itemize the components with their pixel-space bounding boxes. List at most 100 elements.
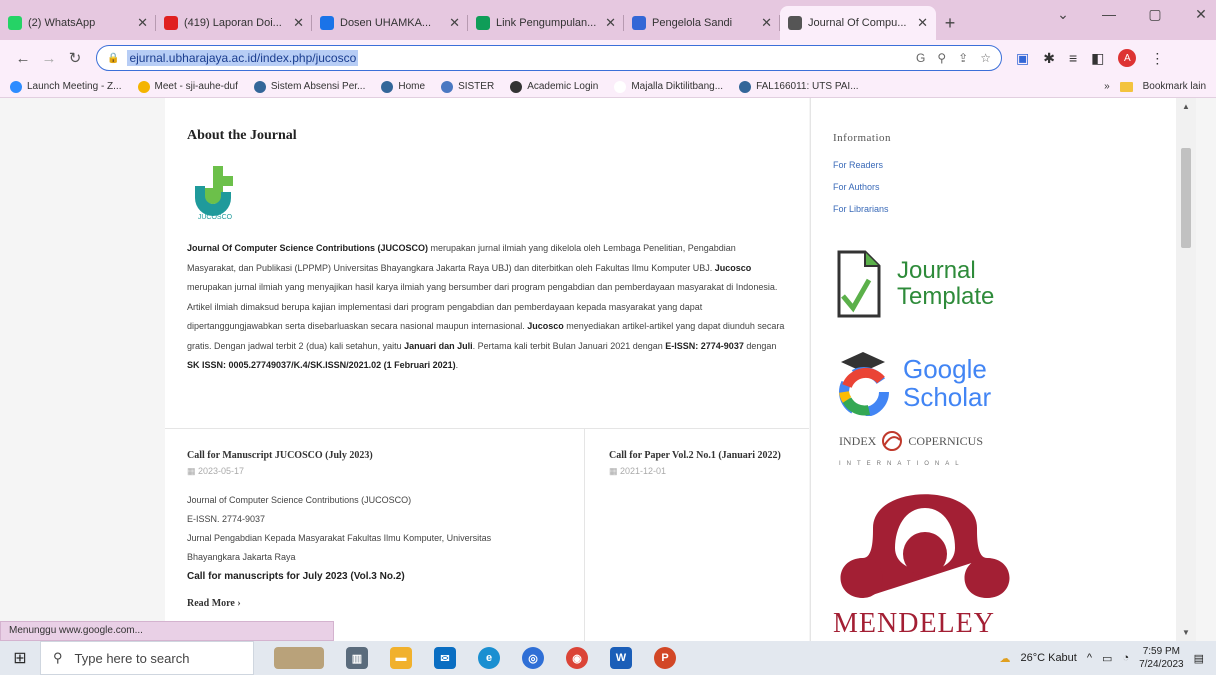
link-for-librarians[interactable]: For Librarians (833, 198, 1196, 220)
edge-icon[interactable]: e (478, 647, 500, 669)
close-tab-icon[interactable]: ✕ (137, 15, 148, 31)
browser-tab[interactable]: Journal Of Compu... ✕ (780, 6, 936, 40)
maximize-button[interactable]: ▢ (1132, 6, 1178, 23)
bookmark-label: Launch Meeting - Z... (27, 81, 122, 92)
announcement-date: ▦ 2023-05-17 (187, 466, 245, 476)
powerpoint-icon[interactable]: P (654, 647, 676, 669)
jucosco-logo: JUCOSCO (195, 166, 233, 221)
windows-start-icon[interactable]: ⊞ (0, 648, 40, 668)
new-tab-button[interactable]: + (936, 6, 964, 40)
other-bookmarks[interactable]: Bookmark lain (1143, 81, 1206, 92)
share-icon[interactable]: ⇪ (958, 51, 968, 65)
close-window-button[interactable]: ✕ (1178, 6, 1216, 23)
announcement-body: Journal of Computer Science Contribution… (187, 495, 492, 582)
bookmarks-overflow-icon[interactable]: » (1104, 81, 1110, 92)
scroll-down-arrow[interactable]: ▼ (1182, 628, 1190, 637)
tab-search-icon[interactable]: ⌄ (1040, 6, 1086, 23)
clock[interactable]: 7:59 PM 7/24/2023 (1139, 645, 1184, 671)
network-icon[interactable]: ◔ (1122, 652, 1129, 664)
link-for-authors[interactable]: For Authors (833, 176, 1196, 198)
browser-tab[interactable]: Link Pengumpulan... ✕ (468, 6, 624, 40)
menu-icon[interactable]: ⋮ (1150, 50, 1164, 67)
browser-tab[interactable]: (2) WhatsApp ✕ (0, 6, 156, 40)
browser-tab[interactable]: Pengelola Sandi ✕ (624, 6, 780, 40)
whatsapp-icon (8, 16, 22, 30)
minimize-button[interactable]: — (1086, 6, 1132, 23)
bookmark-label: Meet - sji-auhe-duf (154, 81, 238, 92)
mendeley-wordmark: MENDELEY (833, 608, 995, 639)
bookmark-item[interactable]: Launch Meeting - Z... (10, 80, 122, 93)
taskbar-search-box[interactable]: ⚲ Type here to search (40, 641, 254, 675)
reload-button[interactable]: ↻ (62, 49, 88, 67)
chrome-icon[interactable]: ◉ (566, 647, 588, 669)
weather-icon[interactable]: ☁ (999, 652, 1010, 665)
mendeley-logo-icon[interactable] (833, 488, 1017, 606)
bookmarks-bar: Launch Meeting - Z... Meet - sji-auhe-duf… (0, 76, 1216, 98)
close-tab-icon[interactable]: ✕ (293, 15, 304, 31)
status-bubble: Menunggu www.google.com... (0, 621, 334, 641)
lock-icon[interactable]: 🔒 (107, 53, 119, 64)
tab-strip: (2) WhatsApp ✕ (419) Laporan Doi... ✕ Dosen … (0, 0, 1216, 40)
page-scrollbar[interactable]: ▲ ▼ (1176, 98, 1196, 641)
task-view-icon[interactable]: ▥ (346, 647, 368, 669)
zoom-icon[interactable]: ⚲ (937, 51, 946, 65)
bookmark-star-icon[interactable]: ☆ (980, 51, 991, 65)
google-scholar-banner[interactable]: Google Scholar (835, 350, 991, 416)
word-icon[interactable]: W (610, 647, 632, 669)
youtube-icon (164, 16, 178, 30)
tab-label: Dosen UHAMKA... (340, 17, 432, 29)
close-tab-icon[interactable]: ✕ (761, 15, 772, 31)
mail-icon[interactable]: ✉ (434, 647, 456, 669)
file-explorer-icon[interactable]: ▬ (390, 647, 412, 669)
bookmark-item[interactable]: Majalla Diktilitbang... (614, 80, 724, 93)
zoom-app-icon[interactable]: ◎ (522, 647, 544, 669)
tray-overflow-icon[interactable]: ^ (1087, 652, 1092, 664)
window-controls: ⌄ — ▢ ✕ (1040, 6, 1216, 23)
announcement-title[interactable]: Call for Manuscript JUCOSCO (July 2023) (187, 449, 564, 462)
google-lens-icon[interactable]: G (916, 51, 925, 65)
extension-icon[interactable]: ▣ (1016, 50, 1029, 67)
bookmark-item[interactable]: Meet - sji-auhe-duf (137, 80, 238, 93)
address-bar[interactable]: 🔒 ejurnal.ubharajaya.ac.id/index.php/juc… (96, 45, 1002, 71)
copernicus-emblem-icon (882, 431, 903, 451)
read-more-link[interactable]: Read More › (187, 598, 564, 609)
battery-icon[interactable]: ▭ (1102, 652, 1112, 665)
forward-button[interactable]: → (36, 50, 62, 67)
weather-text[interactable]: 26°C Kabut (1020, 652, 1076, 664)
back-button[interactable]: ← (10, 50, 36, 67)
index-copernicus-logo[interactable]: INDEX COPERNICUS (839, 430, 983, 452)
bookmark-label: Sistem Absensi Per... (270, 81, 366, 92)
notification-icon[interactable]: ▤ (1194, 652, 1204, 665)
close-tab-icon[interactable]: ✕ (917, 15, 928, 31)
reading-list-icon[interactable]: ≡ (1069, 50, 1077, 66)
announcement-date: ▦ 2021-12-01 (609, 466, 667, 476)
browser-tab[interactable]: (419) Laporan Doi... ✕ (156, 6, 312, 40)
bookmark-label: Majalla Diktilitbang... (631, 81, 724, 92)
bookmark-favicon-icon (253, 80, 266, 93)
bookmark-favicon-icon (381, 80, 394, 93)
puzzle-icon[interactable]: ✱ (1043, 50, 1055, 67)
close-tab-icon[interactable]: ✕ (449, 15, 460, 31)
side-panel-icon[interactable]: ◧ (1091, 50, 1104, 67)
profile-avatar[interactable]: A (1118, 49, 1137, 67)
announcement-title[interactable]: Call for Paper Vol.2 No.1 (Januari 2022) (609, 449, 789, 462)
bookmark-item[interactable]: Academic Login (510, 80, 599, 93)
news-widget-icon[interactable] (274, 647, 324, 669)
drive-icon (476, 16, 490, 30)
google-scholar-icon (839, 352, 889, 416)
bookmark-item[interactable]: SISTER (441, 80, 494, 93)
bookmark-item[interactable]: FAL166011: UTS PAI... (739, 80, 859, 93)
bookmark-label: Academic Login (527, 81, 599, 92)
bookmark-item[interactable]: Home (381, 80, 425, 93)
journal-template-banner[interactable]: Journal Template (835, 248, 994, 320)
about-section: About the Journal JUCOSCO Journal Of Com… (165, 98, 809, 428)
link-for-readers[interactable]: For Readers (833, 154, 1196, 176)
bookmark-item[interactable]: Sistem Absensi Per... (253, 80, 366, 93)
bookmark-favicon-icon (10, 80, 22, 93)
sidebar: Information For Readers For Authors For … (810, 98, 1196, 641)
scroll-up-arrow[interactable]: ▲ (1182, 102, 1190, 111)
scrollbar-thumb[interactable] (1181, 148, 1191, 248)
browser-tab[interactable]: Dosen UHAMKA... ✕ (312, 6, 468, 40)
announcements: Call for Manuscript JUCOSCO (July 2023) … (165, 428, 809, 641)
close-tab-icon[interactable]: ✕ (605, 15, 616, 31)
